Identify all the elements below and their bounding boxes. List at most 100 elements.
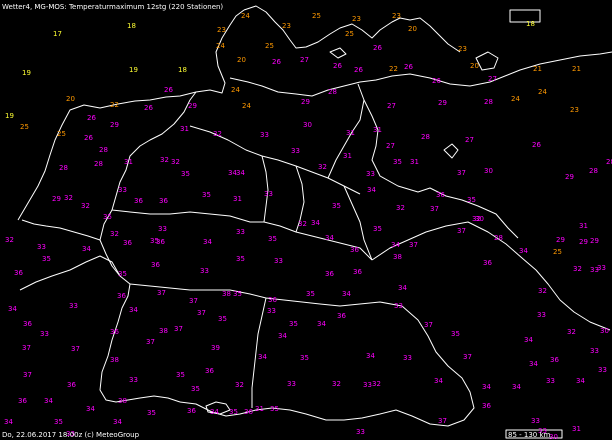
- station-value: 37: [457, 227, 466, 235]
- station-value: 28: [328, 88, 337, 96]
- station-value: 24: [216, 42, 225, 50]
- station-value: 26: [84, 134, 93, 142]
- station-value: 35: [233, 290, 242, 298]
- station-value: 29: [579, 238, 588, 246]
- map-caption: Do, 22.06.2017 18:00z (c) MeteoGroup: [2, 431, 140, 439]
- station-value: 33: [531, 417, 540, 425]
- station-value: 38: [159, 327, 168, 335]
- station-value: 33: [546, 377, 555, 385]
- station-value: 36: [123, 239, 132, 247]
- station-value: 31: [572, 425, 581, 433]
- station-value: 34: [210, 408, 219, 416]
- station-value: 32: [64, 194, 73, 202]
- station-value: 20: [237, 56, 246, 64]
- station-value: 33: [590, 347, 599, 355]
- station-value: 32: [298, 220, 307, 228]
- station-value: 28: [484, 98, 493, 106]
- station-value: 22: [389, 65, 398, 73]
- station-value: 35: [393, 158, 402, 166]
- station-value: 26: [272, 58, 281, 66]
- scale-label: 85 - 130 km: [508, 431, 551, 439]
- station-value: 26: [532, 141, 541, 149]
- station-value: 35: [289, 320, 298, 328]
- station-value: 33: [537, 311, 546, 319]
- station-value: 35: [218, 315, 227, 323]
- station-value: 22: [110, 101, 119, 109]
- station-value: 20: [66, 95, 75, 103]
- station-value: 34: [236, 169, 245, 177]
- station-value: 23: [217, 26, 226, 34]
- station-value: 38: [393, 253, 402, 261]
- station-value: 33: [356, 428, 365, 436]
- station-value: 26: [354, 66, 363, 74]
- station-value: 24: [242, 102, 251, 110]
- station-value: 34: [367, 186, 376, 194]
- station-value: 32: [213, 130, 222, 138]
- station-value: 29: [188, 102, 197, 110]
- station-value: 18: [127, 22, 136, 30]
- station-value: 33: [274, 257, 283, 265]
- station-value: 38: [222, 290, 231, 298]
- station-value: 36: [67, 381, 76, 389]
- station-value: 36: [482, 402, 491, 410]
- station-value: 29: [565, 173, 574, 181]
- station-value: 34: [434, 377, 443, 385]
- station-value: 32: [332, 380, 341, 388]
- station-value: 35: [176, 371, 185, 379]
- station-value: 33: [264, 190, 273, 198]
- station-value: 18: [178, 66, 187, 74]
- station-value: 29: [301, 98, 310, 106]
- station-value: 33: [590, 266, 599, 274]
- station-value: 37: [174, 325, 183, 333]
- station-value: 26: [373, 44, 382, 52]
- station-value: 29: [590, 237, 599, 245]
- station-value: 32: [81, 202, 90, 210]
- station-value: 35: [202, 191, 211, 199]
- station-value: 37: [22, 344, 31, 352]
- station-value: 33: [69, 302, 78, 310]
- station-value: 23: [352, 15, 361, 23]
- station-value: 34: [529, 360, 538, 368]
- station-value: 27: [488, 75, 497, 83]
- station-value: 32: [573, 265, 582, 273]
- station-value: 33: [129, 376, 138, 384]
- station-value: 32: [110, 230, 119, 238]
- station-value: 31: [579, 222, 588, 230]
- station-value: 31: [124, 158, 133, 166]
- station-value: 34: [278, 332, 287, 340]
- station-value: 28: [99, 146, 108, 154]
- station-value: 25: [265, 42, 274, 50]
- station-value: 25: [20, 123, 29, 131]
- station-value: 26: [164, 86, 173, 94]
- station-value: 34: [512, 383, 521, 391]
- station-value: 31: [180, 125, 189, 133]
- station-value: 32: [235, 381, 244, 389]
- station-value: 24: [511, 95, 520, 103]
- station-value: 27: [387, 102, 396, 110]
- station-value: 35: [451, 330, 460, 338]
- station-value: 36: [436, 191, 445, 199]
- station-value: 23: [570, 106, 579, 114]
- station-value: 33: [236, 228, 245, 236]
- station-value: 24: [538, 88, 547, 96]
- station-value: 35: [54, 418, 63, 426]
- station-value: 38: [118, 397, 127, 405]
- station-value: 37: [430, 205, 439, 213]
- station-value: 37: [71, 345, 80, 353]
- station-value: 34: [482, 383, 491, 391]
- station-value: 36: [205, 367, 214, 375]
- station-value: 33: [37, 243, 46, 251]
- station-value: 35: [300, 354, 309, 362]
- station-value: 31: [373, 126, 382, 134]
- station-value: 34: [82, 245, 91, 253]
- station-value: 32: [372, 380, 381, 388]
- station-value: 34: [44, 397, 53, 405]
- station-value: 35: [268, 235, 277, 243]
- station-value: 29: [556, 236, 565, 244]
- station-value: 34: [311, 219, 320, 227]
- station-value: 28: [421, 133, 430, 141]
- station-value: 36: [151, 261, 160, 269]
- station-value: 30: [484, 167, 493, 175]
- station-value: 28: [494, 234, 503, 242]
- station-value: 31: [233, 195, 242, 203]
